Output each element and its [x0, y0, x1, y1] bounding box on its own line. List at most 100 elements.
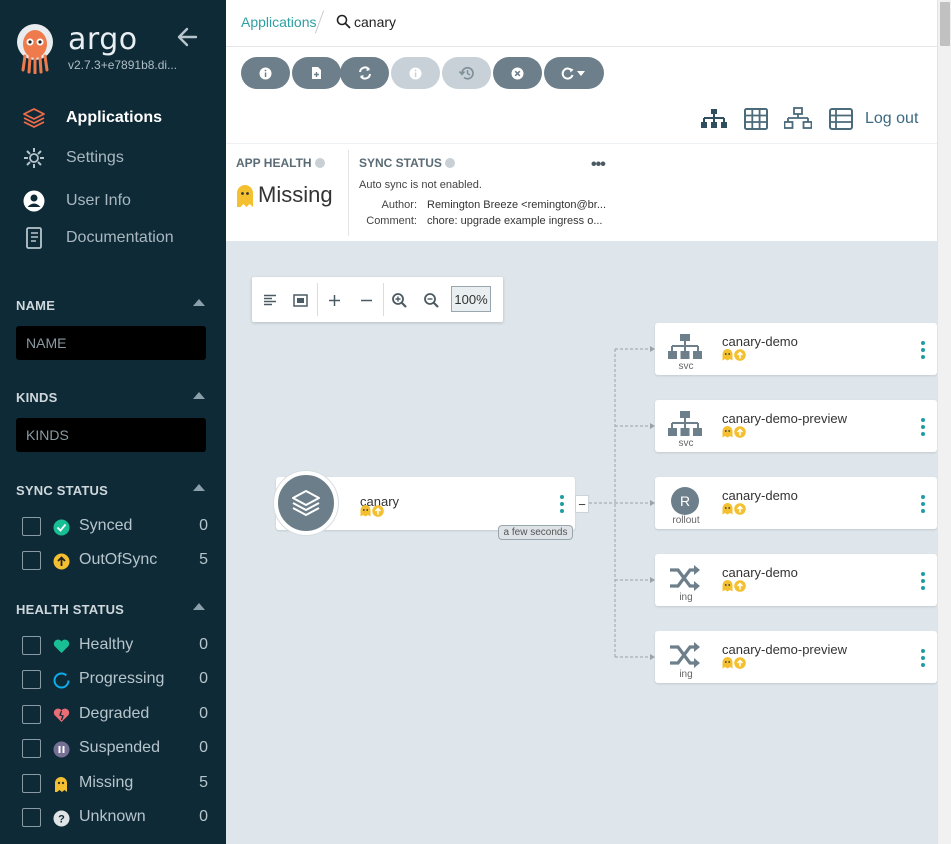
zoom-level[interactable]: 100% [451, 286, 491, 312]
resource-status-badges [722, 349, 746, 361]
filter-unknown[interactable]: ? Unknown 0 [22, 807, 208, 829]
resource-status-badges [722, 503, 746, 515]
nav-item-applications[interactable]: Applications [0, 102, 226, 134]
filter-healthy[interactable]: Healthy 0 [22, 635, 208, 657]
tree-view-icon[interactable] [700, 107, 728, 131]
heart-icon [52, 637, 70, 655]
nav-label: User Info [66, 192, 131, 209]
filter-suspended[interactable]: Suspended 0 [22, 738, 208, 760]
filter-progressing[interactable]: Progressing 0 [22, 669, 208, 691]
minus-icon[interactable] [355, 289, 377, 311]
checkbox[interactable] [22, 636, 41, 655]
checkbox[interactable] [22, 670, 41, 689]
filter-count: 0 [199, 705, 208, 722]
status-divider [348, 150, 349, 236]
resource-node-ing-canary-demo-preview[interactable]: ing canary-demo-preview [655, 631, 937, 683]
page-scrollbar[interactable] [937, 0, 951, 844]
checkbox[interactable] [22, 774, 41, 793]
app-node-menu-icon[interactable] [560, 495, 564, 513]
app-node-status-badges [360, 505, 384, 517]
help-icon[interactable] [444, 158, 455, 168]
sync-status-button[interactable] [391, 57, 440, 89]
plus-icon[interactable] [323, 289, 345, 311]
app-health-title: APP HEALTH [236, 156, 325, 170]
sync-button[interactable] [340, 57, 389, 89]
sync-message: Auto sync is not enabled. [359, 179, 482, 191]
checkbox[interactable] [22, 705, 41, 724]
app-health-value: Missing [258, 182, 333, 207]
nav-item-user-info[interactable]: User Info [0, 185, 226, 217]
pods-view-icon[interactable] [742, 107, 770, 131]
breadcrumb-current[interactable]: canary [354, 14, 396, 30]
help-icon[interactable] [314, 158, 325, 168]
resource-node-svc-canary-demo[interactable]: svc canary-demo [655, 323, 937, 375]
filter-degraded[interactable]: Degraded 0 [22, 704, 208, 726]
sync-status-icon [409, 67, 422, 79]
resource-node-ing-canary-demo[interactable]: ing canary-demo [655, 554, 937, 606]
zoom-out-icon[interactable] [420, 289, 442, 311]
resource-menu-icon[interactable] [921, 341, 925, 359]
out-of-sync-arrow-icon [52, 552, 70, 570]
filter-label: Healthy [79, 636, 134, 653]
delete-button[interactable] [493, 57, 542, 89]
nav-item-documentation[interactable]: Documentation [0, 222, 226, 254]
resource-menu-icon[interactable] [921, 649, 925, 667]
history-button[interactable] [442, 57, 491, 89]
application-icon [274, 471, 338, 535]
zoom-in-icon[interactable] [388, 289, 410, 311]
network-view-icon[interactable] [784, 107, 812, 131]
filter-health-status-title: HEALTH STATUS [16, 602, 125, 617]
filter-missing[interactable]: Missing 5 [22, 773, 208, 795]
nav-item-settings[interactable]: Settings [0, 142, 226, 174]
refresh-dropdown-button[interactable] [544, 57, 604, 89]
breadcrumb-applications-link[interactable]: Applications [241, 14, 317, 30]
question-icon: ? [52, 809, 70, 827]
history-icon [459, 66, 474, 80]
filter-outofsync[interactable]: OutOfSync 5 [22, 550, 208, 572]
checkbox[interactable] [22, 808, 41, 827]
comment-value: chore: upgrade example ingress o... [427, 215, 603, 227]
brand-version: v2.7.3+e7891b8.di... [68, 58, 178, 72]
ingress-icon [667, 564, 703, 592]
resource-node-rollout-canary-demo[interactable]: R rollout canary-demo [655, 477, 937, 529]
collapse-sidebar-arrow-icon[interactable] [176, 26, 198, 48]
checkbox[interactable] [22, 551, 41, 570]
book-icon [22, 226, 46, 250]
filter-name-caret-icon[interactable] [193, 299, 205, 306]
checkbox[interactable] [22, 739, 41, 758]
logout-link[interactable]: Log out [865, 110, 918, 128]
progressing-circle-icon [52, 671, 70, 689]
checkbox[interactable] [22, 517, 41, 536]
diff-button[interactable] [292, 57, 341, 89]
resource-menu-icon[interactable] [921, 418, 925, 436]
filter-count: 5 [199, 774, 208, 791]
scrollbar-thumb[interactable] [940, 2, 950, 46]
collapse-node-button[interactable]: − [575, 495, 589, 513]
align-left-icon[interactable] [259, 289, 281, 311]
name-filter-input[interactable] [16, 326, 206, 360]
nav-label: Documentation [66, 229, 174, 246]
gear-icon [22, 146, 46, 170]
kinds-filter-input[interactable] [16, 418, 206, 452]
filter-synced[interactable]: Synced 0 [22, 516, 208, 538]
details-button[interactable] [241, 57, 290, 89]
out-of-sync-arrow-icon [734, 349, 746, 361]
ghost-icon [722, 349, 733, 361]
resource-node-svc-canary-demo-preview[interactable]: svc canary-demo-preview [655, 400, 937, 452]
filter-health-caret-icon[interactable] [193, 603, 205, 610]
filter-count: 0 [199, 517, 208, 534]
list-view-icon[interactable] [828, 107, 856, 131]
resource-menu-icon[interactable] [921, 495, 925, 513]
pause-icon [52, 740, 70, 758]
nav-label: Applications [66, 109, 163, 126]
filter-kinds-caret-icon[interactable] [193, 392, 205, 399]
resource-menu-icon[interactable] [921, 572, 925, 590]
resource-kind: ing [679, 669, 693, 680]
filter-sync-caret-icon[interactable] [193, 484, 205, 491]
filter-count: 0 [199, 636, 208, 653]
resource-kind: svc [678, 438, 694, 449]
refresh-dropdown-icon [561, 67, 585, 80]
fit-screen-icon[interactable] [289, 289, 311, 311]
filter-label: Degraded [79, 705, 150, 722]
more-options-icon[interactable]: ••• [591, 156, 606, 174]
